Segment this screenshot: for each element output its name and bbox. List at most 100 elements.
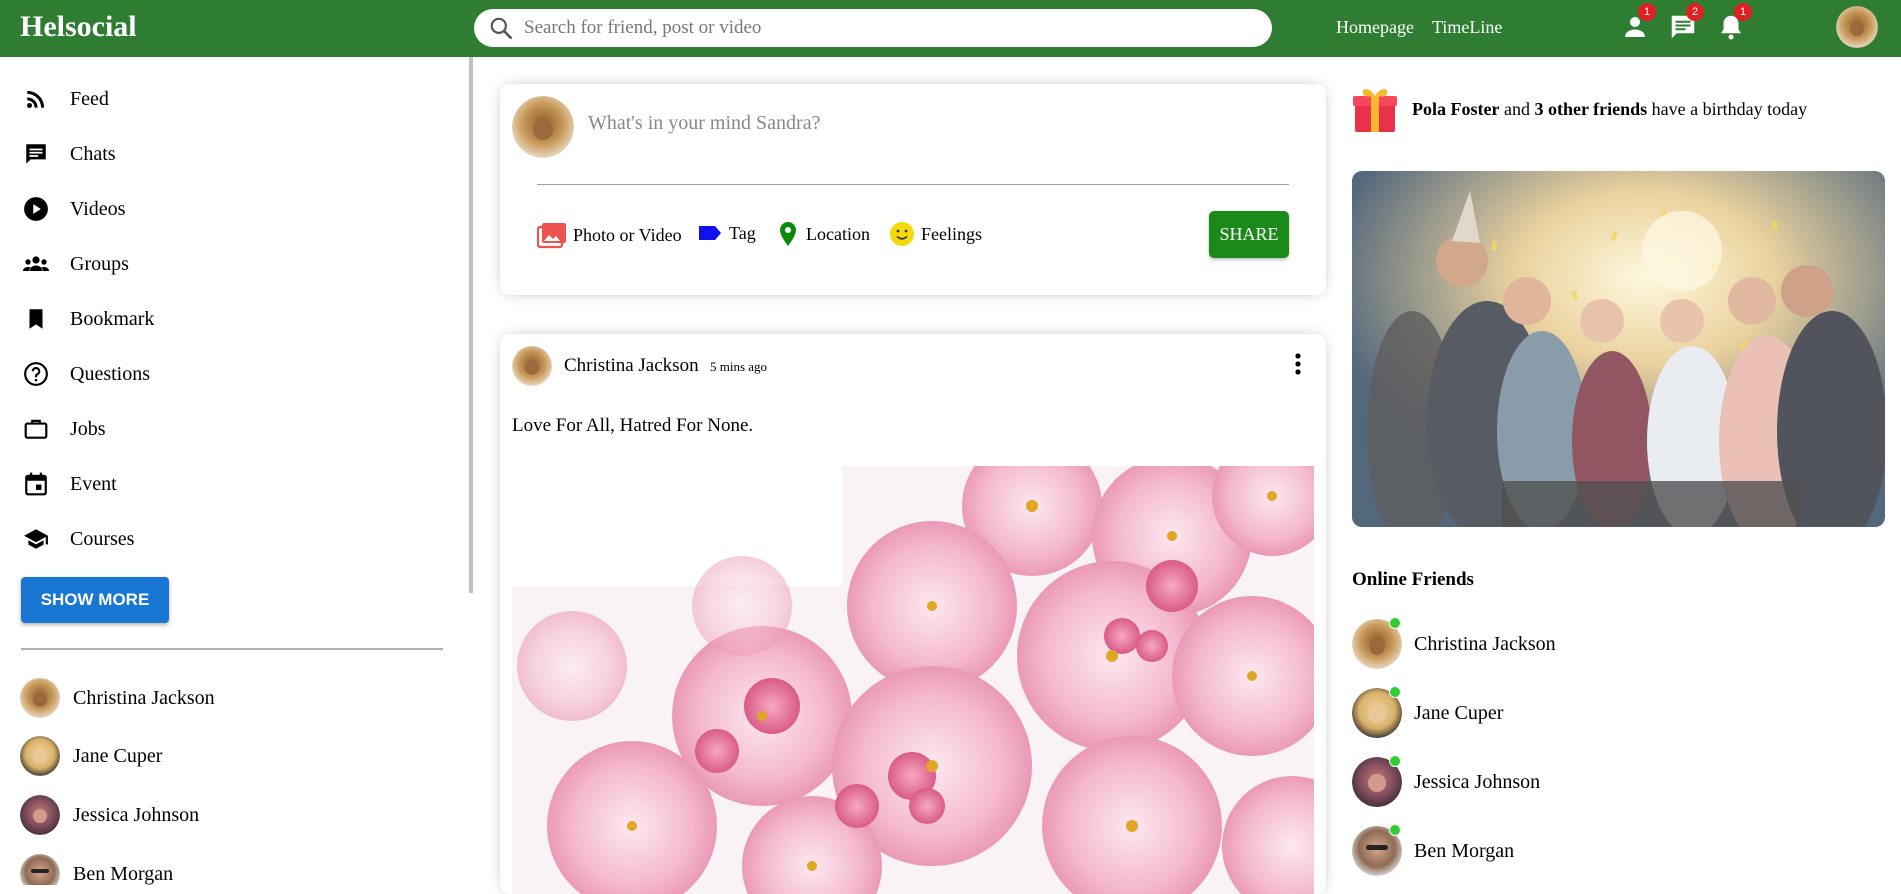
more-vert-icon[interactable] (1286, 350, 1310, 380)
profile-avatar[interactable] (1836, 6, 1878, 48)
event-icon (22, 470, 50, 498)
sidebar-divider (21, 648, 443, 650)
sidebar-item-label: Questions (70, 362, 150, 385)
post-author[interactable]: Christina Jackson (564, 355, 699, 377)
sidebar-friend-item[interactable]: Jessica Johnson (20, 795, 199, 835)
birthday-text: Pola Foster and 3 other friends have a b… (1412, 99, 1807, 120)
friend-name: Christina Jackson (1414, 632, 1556, 655)
sidebar-item-label: Feed (70, 87, 109, 110)
homepage-link[interactable]: Homepage (1336, 17, 1414, 38)
search-icon (490, 17, 513, 40)
online-status-dot (1389, 824, 1401, 836)
avatar[interactable] (512, 346, 552, 386)
friend-name: Ben Morgan (1414, 839, 1515, 862)
show-more-button[interactable]: SHOW MORE (21, 577, 169, 623)
friend-requests-button[interactable]: 1 (1620, 3, 1656, 42)
sidebar-item-feed[interactable]: Feed (22, 85, 109, 113)
search-input[interactable] (524, 17, 1224, 39)
chat-icon (22, 140, 50, 168)
online-friend-item[interactable]: Ben Morgan (1352, 824, 1515, 876)
birthday-name[interactable]: Pola Foster (1412, 99, 1499, 119)
birthday-rest: have a birthday today (1651, 98, 1808, 119)
online-status-dot (1389, 755, 1401, 767)
share-input[interactable] (588, 112, 1288, 135)
search-bar[interactable] (474, 9, 1272, 47)
sidebar-item-event[interactable]: Event (22, 470, 117, 498)
friend-requests-badge: 1 (1638, 3, 1656, 21)
post-text: Love For All, Hatred For None. (512, 415, 754, 436)
post-image[interactable] (512, 466, 1314, 894)
sidebar-scrollbar[interactable] (469, 57, 473, 593)
topbar: Helsocial Homepage TimeLine 1 2 1 (0, 0, 1901, 57)
online-status-dot (1389, 617, 1401, 629)
sidebar-item-courses[interactable]: Courses (22, 525, 134, 553)
smiley-icon (890, 222, 914, 246)
sidebar-item-groups[interactable]: Groups (22, 250, 129, 278)
group-icon (22, 250, 50, 278)
work-outline-icon (22, 415, 50, 443)
bookmark-icon (22, 305, 50, 333)
help-outline-icon (22, 360, 50, 388)
play-circle-icon (22, 195, 50, 223)
sidebar-item-label: Groups (70, 252, 129, 275)
feelings-option[interactable]: Feelings (889, 221, 982, 247)
birthday-others[interactable]: 3 other friends (1534, 99, 1647, 119)
sidebar-item-label: Courses (70, 527, 135, 550)
sidebar-item-questions[interactable]: Questions (22, 360, 150, 388)
photo-video-option[interactable]: Photo or Video (537, 221, 682, 249)
share-card: Photo or Video Tag Location Feelings SHA… (500, 84, 1326, 295)
sidebar-item-chats[interactable]: Chats (22, 140, 116, 168)
sidebar-item-label: Event (70, 472, 117, 495)
sidebar-item-label: Bookmark (70, 307, 155, 330)
online-friend-item[interactable]: Jane Cuper (1352, 686, 1504, 738)
sidebar-friend-item[interactable]: Ben Morgan (20, 854, 173, 885)
left-sidebar: Feed Chats Videos Groups Bookmark Questi… (0, 57, 473, 885)
tag-label-icon (699, 226, 721, 240)
friend-name: Jessica Johnson (1414, 770, 1541, 793)
rss-feed-icon (22, 85, 50, 113)
avatar (20, 795, 60, 835)
friend-name: Christina Jackson (73, 686, 215, 709)
friend-name: Ben Morgan (73, 862, 174, 885)
online-friend-item[interactable]: Christina Jackson (1352, 617, 1556, 669)
tag-option[interactable]: Tag (697, 221, 756, 245)
messages-badge: 2 (1686, 3, 1704, 21)
online-friends-title: Online Friends (1352, 569, 1474, 590)
option-label: Feelings (921, 223, 982, 244)
share-button[interactable]: SHARE (1209, 211, 1289, 258)
timeline-link[interactable]: TimeLine (1432, 17, 1502, 38)
avatar (20, 678, 60, 718)
avatar (20, 854, 60, 885)
sidebar-friend-item[interactable]: Christina Jackson (20, 678, 215, 718)
birthday-party-image (1352, 171, 1885, 527)
photo-library-icon (537, 223, 566, 249)
location-option[interactable]: Location (776, 221, 870, 247)
notifications-badge: 1 (1734, 3, 1752, 21)
share-divider (537, 184, 1289, 185)
option-label: Photo or Video (573, 224, 682, 245)
sidebar-item-bookmark[interactable]: Bookmark (22, 305, 154, 333)
friend-name: Jane Cuper (73, 744, 163, 767)
sidebar-item-label: Jobs (70, 417, 106, 440)
location-pin-icon (780, 222, 796, 246)
online-friend-item[interactable]: Jessica Johnson (1352, 755, 1541, 807)
school-icon (22, 525, 50, 553)
gift-icon (1353, 89, 1397, 132)
sidebar-item-jobs[interactable]: Jobs (22, 415, 106, 443)
friend-name: Jane Cuper (1414, 701, 1504, 724)
online-status-dot (1389, 686, 1401, 698)
post-card: Christina Jackson 5 mins ago Love For Al… (500, 334, 1326, 894)
top-links: Homepage TimeLine (1336, 17, 1502, 38)
messages-button[interactable]: 2 (1668, 3, 1704, 42)
sidebar-item-videos[interactable]: Videos (22, 195, 125, 223)
sidebar-friend-item[interactable]: Jane Cuper (20, 736, 162, 776)
sidebar-item-label: Videos (70, 197, 126, 220)
app-logo[interactable]: Helsocial (20, 10, 137, 44)
sidebar-item-label: Chats (70, 142, 116, 165)
post-time: 5 mins ago (710, 359, 768, 374)
birthday-notice: Pola Foster and 3 other friends have a b… (1352, 84, 1807, 134)
friend-name: Jessica Johnson (73, 803, 200, 826)
avatar (20, 736, 60, 776)
option-label: Tag (729, 222, 756, 243)
notifications-button[interactable]: 1 (1716, 3, 1752, 42)
